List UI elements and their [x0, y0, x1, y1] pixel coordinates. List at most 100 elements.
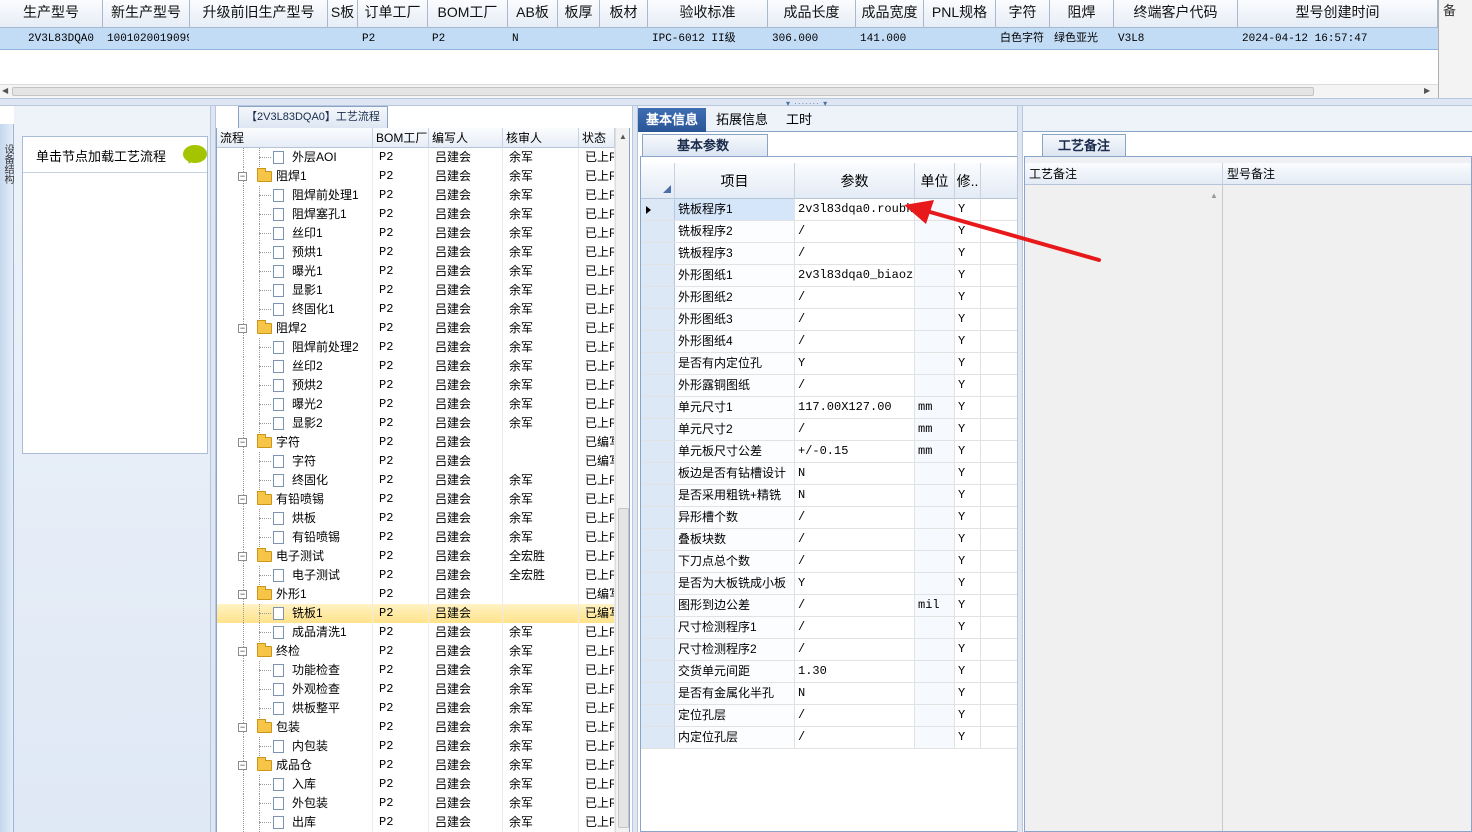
param-value[interactable]: / — [795, 617, 915, 638]
tree-row[interactable]: 外层AOI P2 吕建会 余军 已上R — [217, 148, 615, 167]
param-row[interactable]: 单元板尺寸公差 +/-0.15 mm Y — [641, 441, 1017, 463]
param-row[interactable]: 异形槽个数 / Y — [641, 507, 1017, 529]
param-item[interactable]: 是否为大板铣成小板 — [675, 573, 795, 594]
param-unit[interactable]: mm — [915, 419, 955, 440]
param-modified[interactable]: Y — [955, 507, 981, 528]
tree-row[interactable]: 阻焊前处理2 P2 吕建会 余军 已上R — [217, 338, 615, 357]
param-row-header[interactable] — [641, 463, 675, 484]
param-unit[interactable] — [915, 573, 955, 594]
tree-row[interactable]: − 终检 P2 吕建会 余军 已上R — [217, 642, 615, 661]
remark-scroll-up-icon[interactable]: ▲ — [1210, 191, 1218, 200]
param-row[interactable]: 板边是否有钻槽设计 N Y — [641, 463, 1017, 485]
tree-node[interactable]: 显影2 — [217, 414, 373, 433]
tree-node[interactable]: 铣板1 — [217, 604, 373, 623]
tree-node[interactable]: 丝印1 — [217, 224, 373, 243]
product-col-8[interactable]: 板材 — [600, 0, 648, 28]
param-modified[interactable]: Y — [955, 727, 981, 748]
param-modified[interactable]: Y — [955, 705, 981, 726]
process-remark-textarea[interactable]: ▲ — [1025, 185, 1223, 831]
param-row[interactable]: 是否有金属化半孔 N Y — [641, 683, 1017, 705]
param-value[interactable]: / — [795, 375, 915, 396]
param-row[interactable]: 是否采用粗铣+精铣 N Y — [641, 485, 1017, 507]
param-item[interactable]: 尺寸检测程序2 — [675, 639, 795, 660]
tree-col-4[interactable]: 状态 — [579, 128, 615, 148]
param-item[interactable]: 是否有内定位孔 — [675, 353, 795, 374]
collapse-icon[interactable]: − — [238, 552, 247, 561]
tree-row[interactable]: 终固化 P2 吕建会 余军 已上R — [217, 471, 615, 490]
param-item[interactable]: 尺寸检测程序1 — [675, 617, 795, 638]
param-item[interactable]: 外形图纸1 — [675, 265, 795, 286]
param-item[interactable]: 外形露铜图纸 — [675, 375, 795, 396]
param-row-header[interactable] — [641, 265, 675, 286]
param-item[interactable]: 铣板程序1 — [675, 199, 795, 220]
product-col-3[interactable]: S板 — [328, 0, 358, 28]
tree-row[interactable]: 烘板整平 P2 吕建会 余军 已上R — [217, 699, 615, 718]
product-col-16[interactable]: 型号创建时间 — [1238, 0, 1438, 28]
tree-row[interactable]: − 字符 P2吕建会 已编写 — [217, 433, 615, 452]
product-col-4[interactable]: 订单工厂 — [358, 0, 428, 28]
tree-node[interactable]: 烘板整平 — [217, 699, 373, 718]
param-col-modified[interactable]: 修.. — [955, 163, 981, 199]
product-cell-6[interactable]: N — [508, 28, 558, 50]
param-item[interactable]: 外形图纸4 — [675, 331, 795, 352]
param-modified[interactable]: Y — [955, 265, 981, 286]
param-value[interactable]: / — [795, 551, 915, 572]
param-value[interactable]: / — [795, 287, 915, 308]
param-value[interactable]: / — [795, 507, 915, 528]
tree-col-1[interactable]: BOM工厂 — [373, 128, 429, 148]
param-unit[interactable]: mil — [915, 595, 955, 616]
tab-basic-params[interactable]: 基本参数 — [642, 134, 768, 156]
param-unit[interactable] — [915, 331, 955, 352]
param-row-header[interactable] — [641, 639, 675, 660]
param-row[interactable]: 尺寸检测程序1/ Y — [641, 617, 1017, 639]
param-value[interactable]: N — [795, 683, 915, 704]
param-value[interactable]: 1.30 — [795, 661, 915, 682]
param-row[interactable]: 单元尺寸2/mm Y — [641, 419, 1017, 441]
product-col-9[interactable]: 验收标准 — [648, 0, 768, 28]
collapse-icon[interactable]: − — [238, 495, 247, 504]
param-row[interactable]: 铣板程序3/ Y — [641, 243, 1017, 265]
product-col-5[interactable]: BOM工厂 — [428, 0, 508, 28]
param-value[interactable]: 2v3l83dqa0_biaoz... — [795, 265, 915, 286]
horizontal-splitter[interactable]: ▾ ······· ▾ — [0, 98, 1472, 108]
param-unit[interactable] — [915, 353, 955, 374]
tree-row[interactable]: 阻焊前处理1 P2 吕建会 余军 已上R — [217, 186, 615, 205]
tree-row[interactable]: − 电子测试 P2 吕建会 全宏胜 已上R — [217, 547, 615, 566]
tree-row[interactable]: 外包装 P2 吕建会 余军 已上R — [217, 794, 615, 813]
tree-row[interactable]: 显影1 P2 吕建会 余军 已上R — [217, 281, 615, 300]
param-row-header[interactable] — [641, 353, 675, 374]
tree-node[interactable]: − 字符 — [217, 433, 373, 452]
product-cell-2[interactable] — [190, 28, 328, 50]
param-row-header[interactable] — [641, 529, 675, 550]
param-row-header[interactable] — [641, 375, 675, 396]
tree-node[interactable]: 阻焊塞孔1 — [217, 205, 373, 224]
tree-row[interactable]: − 成品仓 P2 吕建会 余军 已上R — [217, 756, 615, 775]
product-col-2[interactable]: 升级前旧生产型号 — [190, 0, 328, 28]
tree-row[interactable]: 阻焊塞孔1 P2 吕建会 余军 已上R — [217, 205, 615, 224]
param-item[interactable]: 交货单元间距 — [675, 661, 795, 682]
tree-node[interactable]: 成品清洗1 — [217, 623, 373, 642]
tree-row[interactable]: − 阻焊2 P2 吕建会 余军 已上R — [217, 319, 615, 338]
param-row-header[interactable] — [641, 661, 675, 682]
param-item[interactable]: 铣板程序2 — [675, 221, 795, 242]
tab-process-flow[interactable]: 【2V3L83DQA0】工艺流程 — [238, 106, 388, 128]
tree-node[interactable]: − 终检 — [217, 642, 373, 661]
collapse-icon[interactable]: − — [238, 761, 247, 770]
product-col-10[interactable]: 成品长度 — [768, 0, 856, 28]
product-cell-16[interactable]: 2024-04-12 16:57:47 — [1238, 28, 1438, 50]
param-row-header[interactable] — [641, 441, 675, 462]
param-row-header[interactable] — [641, 199, 675, 220]
param-modified[interactable]: Y — [955, 441, 981, 462]
product-cell-7[interactable] — [558, 28, 600, 50]
param-value[interactable]: / — [795, 331, 915, 352]
tree-row[interactable]: 内包装 P2 吕建会 余军 已上R — [217, 737, 615, 756]
tree-row[interactable]: 铣板1 P2吕建会 已编写 — [217, 604, 615, 623]
param-row-header[interactable] — [641, 683, 675, 704]
param-row[interactable]: 外形图纸12v3l83dqa0_biaoz... Y — [641, 265, 1017, 287]
param-row[interactable]: 内定位孔层 / Y — [641, 727, 1017, 749]
param-unit[interactable] — [915, 221, 955, 242]
product-cell-14[interactable]: 绿色亚光 — [1050, 28, 1114, 50]
param-modified[interactable]: Y — [955, 309, 981, 330]
product-cell-0[interactable]: 2V3L83DQA0 — [0, 28, 103, 50]
param-modified[interactable]: Y — [955, 529, 981, 550]
